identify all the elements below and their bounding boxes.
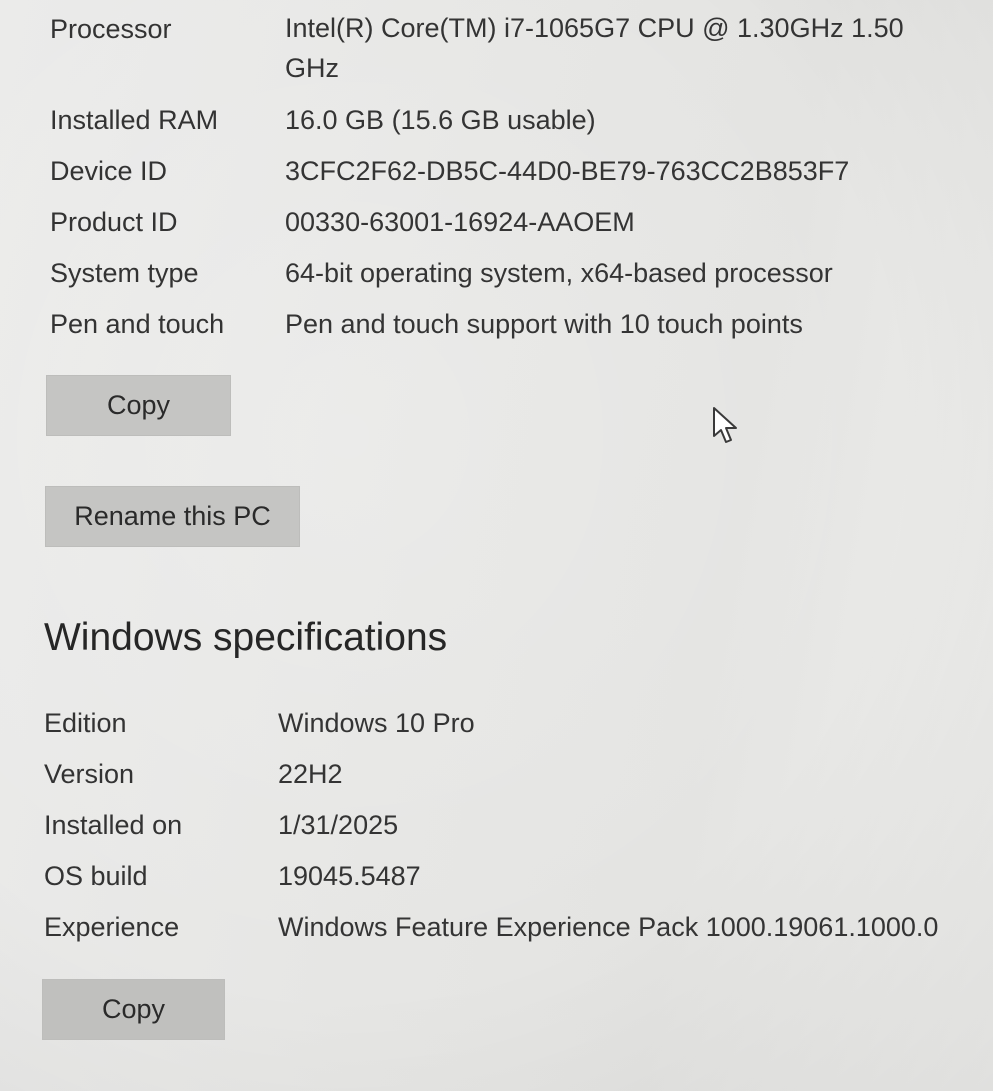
spec-row-experience: Experience Windows Feature Experience Pa…	[44, 912, 964, 963]
spec-value-edition: Windows 10 Pro	[278, 708, 475, 738]
spec-label-edition: Edition	[44, 708, 127, 738]
spec-value-installed-on: 1/31/2025	[278, 810, 399, 840]
spec-row-system-type: System type 64-bit operating system, x64…	[50, 258, 950, 309]
spec-label-processor: Processor	[50, 14, 172, 44]
windows-specifications-table: Edition Windows 10 Pro Version 22H2 Inst…	[44, 708, 964, 963]
spec-value-version: 22H2	[278, 759, 343, 789]
spec-label-product-id: Product ID	[50, 207, 178, 237]
spec-label-installed-ram: Installed RAM	[50, 105, 219, 135]
spec-row-os-build: OS build 19045.5487	[44, 861, 964, 912]
spec-row-version: Version 22H2	[44, 759, 964, 810]
spec-row-pen-and-touch: Pen and touch Pen and touch support with…	[50, 309, 950, 360]
spec-row-product-id: Product ID 00330-63001-16924-AAOEM	[50, 207, 950, 258]
spec-value-system-type: 64-bit operating system, x64-based proce…	[285, 258, 833, 288]
spec-label-installed-on: Installed on	[44, 810, 183, 840]
spec-value-device-id: 3CFC2F62-DB5C-44D0-BE79-763CC2B853F7	[285, 156, 850, 186]
spec-value-os-build: 19045.5487	[278, 861, 421, 891]
spec-row-installed-ram: Installed RAM 16.0 GB (15.6 GB usable)	[50, 105, 950, 156]
mouse-pointer-icon	[713, 407, 737, 443]
spec-label-pen-and-touch: Pen and touch	[50, 309, 225, 339]
windows-specifications-heading: Windows specifications	[44, 616, 448, 659]
spec-value-pen-and-touch: Pen and touch support with 10 touch poin…	[285, 309, 803, 339]
spec-row-processor: Processor Intel(R) Core(TM) i7-1065G7 CP…	[50, 13, 950, 105]
spec-value-processor: Intel(R) Core(TM) i7-1065G7 CPU @ 1.30GH…	[285, 13, 904, 83]
spec-label-experience: Experience	[44, 912, 180, 942]
spec-label-version: Version	[44, 759, 135, 789]
copy-device-specs-button[interactable]: Copy	[46, 375, 231, 436]
rename-pc-button[interactable]: Rename this PC	[45, 486, 300, 547]
device-specifications-table: Processor Intel(R) Core(TM) i7-1065G7 CP…	[50, 13, 950, 360]
spec-value-experience: Windows Feature Experience Pack 1000.190…	[278, 912, 939, 942]
spec-label-device-id: Device ID	[50, 156, 168, 186]
copy-windows-specs-button[interactable]: Copy	[42, 979, 225, 1040]
spec-label-system-type: System type	[50, 258, 199, 288]
spec-row-edition: Edition Windows 10 Pro	[44, 708, 964, 759]
spec-row-device-id: Device ID 3CFC2F62-DB5C-44D0-BE79-763CC2…	[50, 156, 950, 207]
spec-row-installed-on: Installed on 1/31/2025	[44, 810, 964, 861]
spec-label-os-build: OS build	[44, 861, 148, 891]
spec-value-installed-ram: 16.0 GB (15.6 GB usable)	[285, 105, 596, 135]
spec-value-product-id: 00330-63001-16924-AAOEM	[285, 207, 635, 237]
